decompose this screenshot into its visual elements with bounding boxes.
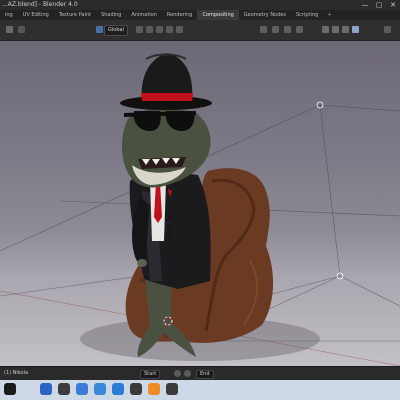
- workspace-tabs: ing UV Editing Texture Paint Shading Animati…: [0, 10, 400, 20]
- workspace-tab[interactable]: Texture Paint: [54, 10, 96, 20]
- pivot-icon[interactable]: [136, 26, 143, 33]
- workspace-tab[interactable]: Compositing: [197, 10, 239, 20]
- render-scene: [0, 53, 400, 366]
- timeline-label: (1) Nikola: [4, 370, 29, 376]
- shading-wireframe-icon[interactable]: [322, 26, 329, 33]
- transform-orientation-select[interactable]: Global: [104, 25, 128, 36]
- shading-material-icon[interactable]: [342, 26, 349, 33]
- close-button[interactable]: ✕: [386, 0, 400, 10]
- store-icon[interactable]: [130, 383, 142, 395]
- title-bar: ...AZ.blend] - Blender 4.0 — ▢ ✕: [0, 0, 400, 10]
- playback-start-field[interactable]: Start: [140, 370, 161, 379]
- workspace-tab[interactable]: ing: [0, 10, 18, 20]
- shading-solid-icon[interactable]: [332, 26, 339, 33]
- editor-type-icon[interactable]: [6, 26, 13, 33]
- workspace-tab[interactable]: Rendering: [162, 10, 198, 20]
- snap-settings-icon[interactable]: [156, 26, 163, 33]
- add-workspace-button[interactable]: +: [323, 10, 335, 20]
- hat-band: [141, 93, 193, 101]
- orientation-icon[interactable]: [96, 26, 103, 33]
- shading-rendered-icon[interactable]: [352, 26, 359, 33]
- workspace-tab[interactable]: UV Editing: [18, 10, 54, 20]
- snap-icon[interactable]: [146, 26, 153, 33]
- minimize-button[interactable]: —: [358, 0, 372, 10]
- shark-fin-hand: [137, 259, 147, 267]
- filter-icon[interactable]: [384, 26, 391, 33]
- viewport-header: Global: [0, 20, 400, 41]
- windows-icon[interactable]: [40, 383, 52, 395]
- proportional-edit-icon[interactable]: [166, 26, 173, 33]
- falloff-icon[interactable]: [176, 26, 183, 33]
- mode-icon[interactable]: [18, 26, 25, 33]
- 3d-viewport[interactable]: [0, 41, 400, 366]
- xray-icon[interactable]: [296, 26, 303, 33]
- browser-icon[interactable]: [94, 383, 106, 395]
- gizmo-icon[interactable]: [272, 26, 279, 33]
- visibility-icon[interactable]: [260, 26, 267, 33]
- file-explorer-icon[interactable]: [76, 383, 88, 395]
- os-taskbar: [0, 380, 400, 400]
- workspace-tab[interactable]: Scripting: [291, 10, 323, 20]
- blender-icon[interactable]: [148, 383, 160, 395]
- widgets-icon[interactable]: [4, 383, 16, 395]
- play-icon[interactable]: [174, 370, 181, 377]
- app-icon[interactable]: [166, 383, 178, 395]
- workspace-tab[interactable]: Geometry Nodes: [239, 10, 291, 20]
- window-title: ...AZ.blend] - Blender 4.0: [2, 1, 78, 8]
- timeline-bar: (1) Nikola Start End: [0, 366, 400, 381]
- overlay-icon[interactable]: [284, 26, 291, 33]
- pause-icon[interactable]: [184, 370, 191, 377]
- maximize-button[interactable]: ▢: [372, 0, 386, 10]
- workspace-tab[interactable]: Animation: [126, 10, 162, 20]
- mail-icon[interactable]: [112, 383, 124, 395]
- search-icon[interactable]: [58, 383, 70, 395]
- workspace-tab[interactable]: Shading: [96, 10, 126, 20]
- playback-end-field[interactable]: End: [196, 370, 214, 379]
